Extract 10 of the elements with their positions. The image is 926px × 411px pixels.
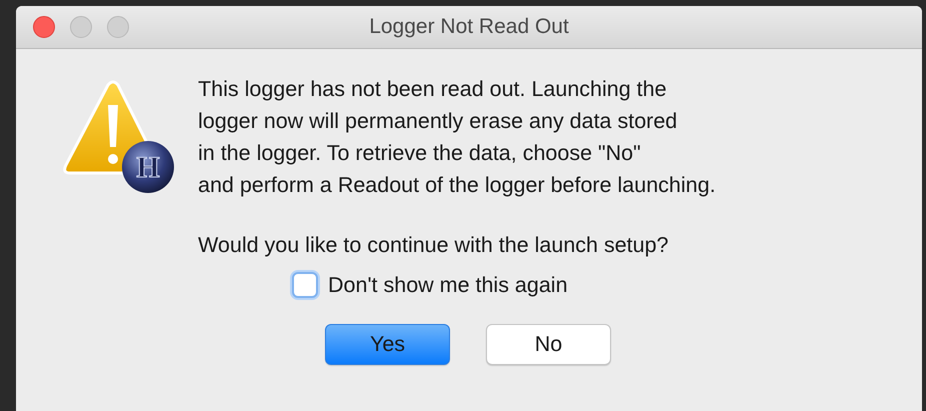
close-button[interactable]: [33, 16, 55, 38]
minimize-button[interactable]: [70, 16, 92, 38]
no-button[interactable]: No: [486, 324, 611, 365]
checkbox[interactable]: [292, 272, 318, 298]
zoom-button[interactable]: [107, 16, 129, 38]
window-title: Logger Not Read Out: [369, 15, 569, 39]
question-text: Would you like to continue with the launch setup?: [198, 233, 670, 258]
yes-button[interactable]: Yes: [325, 324, 450, 365]
message-text: This logger has not been read out. Launching the logger now will permanently erase any data stored in the logger. To retrieve the data, choose "No" and perform a Readout of the logger before launching.: [198, 76, 716, 199]
checkbox-label[interactable]: Don't show me this again: [328, 272, 568, 298]
